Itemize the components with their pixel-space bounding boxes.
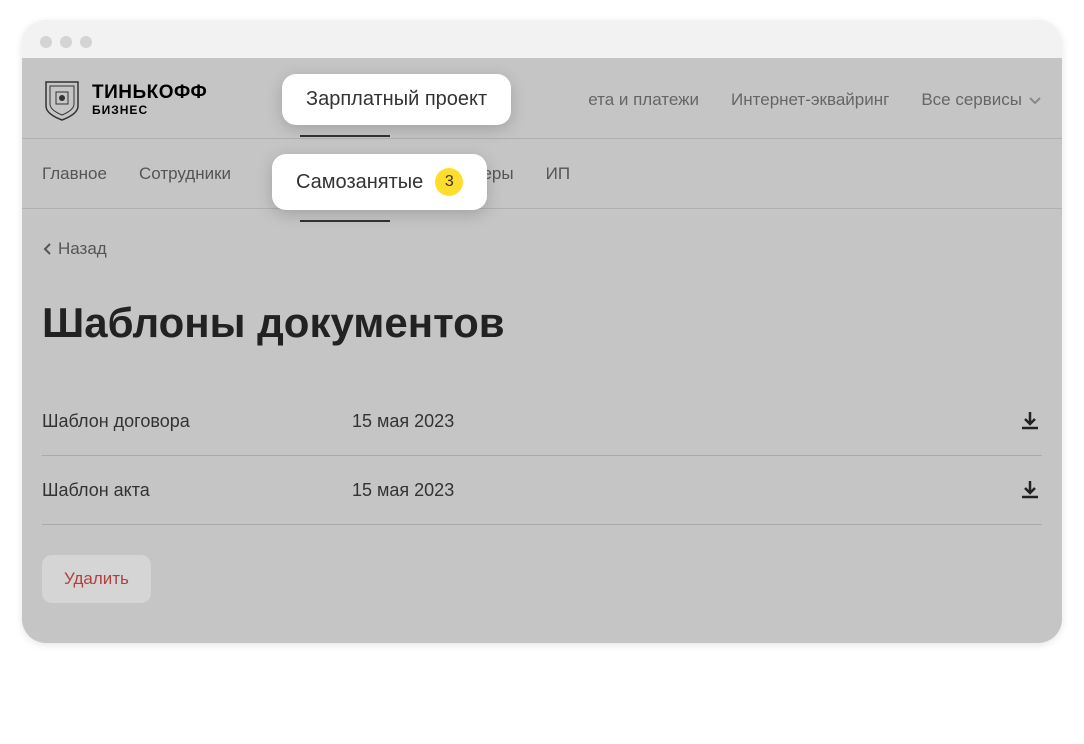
logo-sub: БИЗНЕС (92, 104, 207, 117)
download-icon[interactable] (1018, 478, 1042, 502)
doc-name: Шаблон акта (42, 480, 352, 501)
doc-date: 15 мая 2023 (352, 411, 1018, 432)
shield-icon (42, 78, 82, 122)
nav-acquiring[interactable]: Интернет-эквайринг (731, 90, 889, 110)
back-link[interactable]: Назад (42, 239, 1042, 259)
subnav-employees[interactable]: Сотрудники (139, 164, 231, 184)
popup-label: Зарплатный проект (306, 88, 487, 111)
table-row: Шаблон договора 15 мая 2023 (42, 387, 1042, 456)
table-row: Шаблон акта 15 мая 2023 (42, 456, 1042, 525)
subnav-ip[interactable]: ИП (546, 164, 570, 184)
app-content: Зарплатный проект Самозанятые 3 ТИНЬКОФФ… (22, 58, 1062, 643)
download-icon[interactable] (1018, 409, 1042, 433)
popup-salary-project[interactable]: Зарплатный проект (282, 74, 511, 125)
page-title: Шаблоны документов (42, 299, 1042, 347)
doc-date: 15 мая 2023 (352, 480, 1018, 501)
logo[interactable]: ТИНЬКОФФ БИЗНЕС (42, 78, 207, 122)
traffic-light-close[interactable] (40, 36, 52, 48)
traffic-light-maximize[interactable] (80, 36, 92, 48)
main-content: Назад Шаблоны документов Шаблон договора… (22, 209, 1062, 643)
nav-all-services[interactable]: Все сервисы (921, 90, 1042, 110)
logo-main: ТИНЬКОФФ (92, 83, 207, 104)
chevron-down-icon (1028, 93, 1042, 107)
nav-payments[interactable]: ета и платежи (588, 90, 699, 110)
tab-underline (300, 135, 390, 137)
back-label: Назад (58, 239, 107, 259)
nav-items: ета и платежи Интернет-эквайринг Все сер… (588, 90, 1042, 110)
tab-underline (300, 220, 390, 222)
subnav-main[interactable]: Главное (42, 164, 107, 184)
badge-count: 3 (435, 168, 463, 196)
delete-button[interactable]: Удалить (42, 555, 151, 603)
nav-label: Все сервисы (921, 90, 1022, 110)
traffic-light-minimize[interactable] (60, 36, 72, 48)
chevron-left-icon (42, 242, 52, 256)
popup-label: Самозанятые (296, 171, 423, 194)
window-chrome (22, 20, 1062, 58)
popup-self-employed[interactable]: Самозанятые 3 (272, 154, 487, 210)
top-nav: ТИНЬКОФФ БИЗНЕС ета и платежи Интернет-э… (22, 58, 1062, 139)
sub-nav: Главное Сотрудники неры ИП (22, 139, 1062, 209)
doc-name: Шаблон договора (42, 411, 352, 432)
app-window: Зарплатный проект Самозанятые 3 ТИНЬКОФФ… (22, 20, 1062, 643)
logo-text: ТИНЬКОФФ БИЗНЕС (92, 83, 207, 117)
